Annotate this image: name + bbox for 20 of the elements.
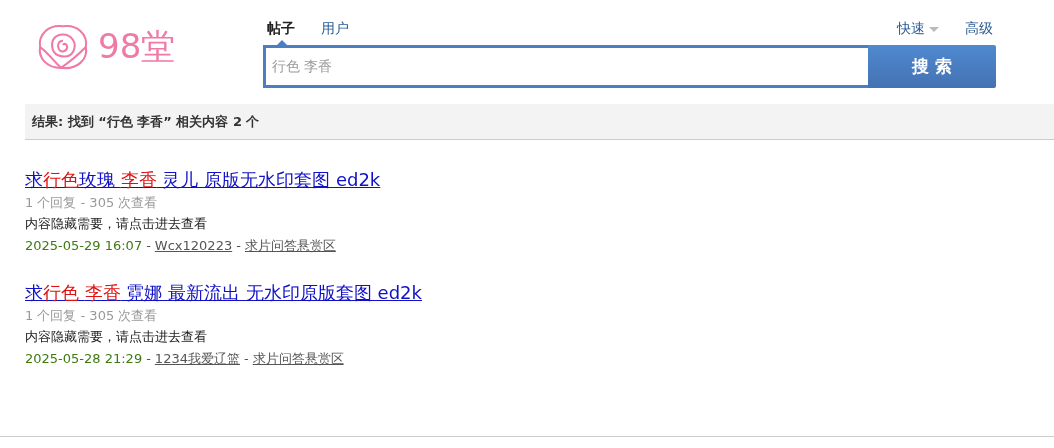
result-excerpt: 内容隐藏需要，请点击进去查看 <box>25 328 208 346</box>
results-summary: 结果: 找到 “行色 李香” 相关内容 2 个 <box>32 112 260 131</box>
author-link[interactable]: Wcx120223 <box>154 238 233 253</box>
forum-link[interactable]: 求片问答悬赏区 <box>244 238 336 253</box>
post-date: 2025-05-28 21:29 <box>25 351 143 366</box>
separator: - <box>146 351 151 366</box>
post-date: 2025-05-29 16:07 <box>25 238 143 253</box>
forum-link[interactable]: 求片问答悬赏区 <box>252 351 344 366</box>
search-button[interactable]: 搜 索 <box>868 45 996 88</box>
advanced-link[interactable]: 高级 <box>965 20 993 38</box>
quick-dropdown[interactable]: 快速 <box>897 20 939 38</box>
result-stats: 1 个回复 - 305 次查看 <box>25 307 159 325</box>
separator: - <box>236 238 241 253</box>
result-stats: 1 个回复 - 305 次查看 <box>25 194 159 212</box>
separator: - <box>243 351 249 366</box>
search-tab[interactable]: 用户 <box>321 20 349 38</box>
search-tab[interactable]: 帖子 <box>267 20 295 38</box>
author-link[interactable]: 1234我爱辽篮 <box>154 351 240 366</box>
separator: - <box>146 238 151 253</box>
result-excerpt: 内容隐藏需要，请点击进去查看 <box>25 215 208 233</box>
